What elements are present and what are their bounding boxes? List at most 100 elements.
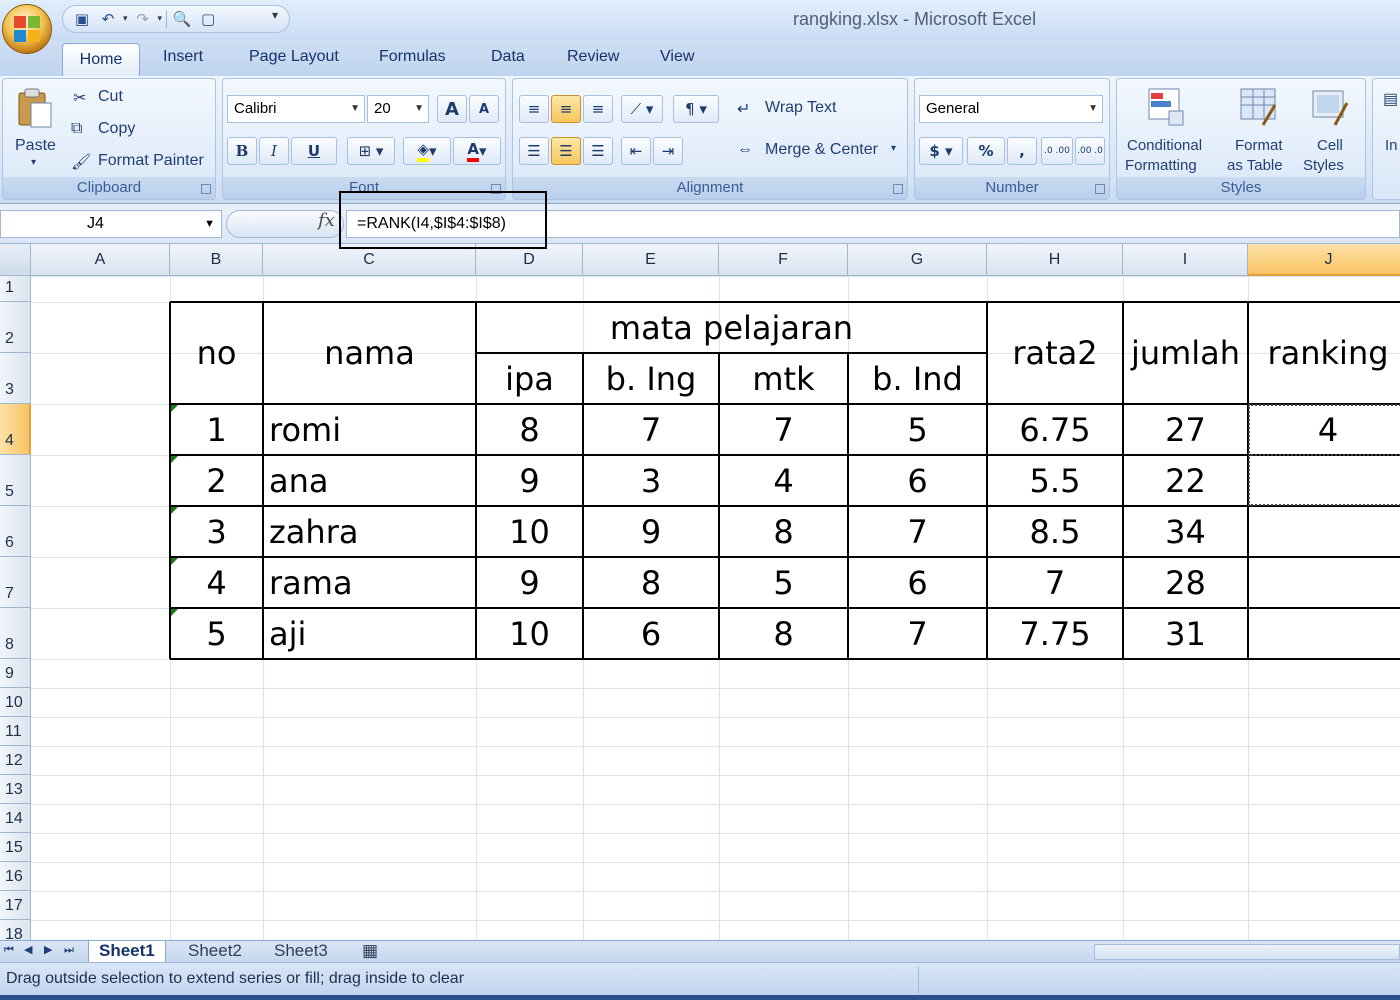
row-header-3[interactable]: 3 — [0, 353, 31, 404]
cell-rata2[interactable]: 8.5 — [987, 506, 1123, 557]
percent-button[interactable]: % — [967, 137, 1005, 165]
align-right-icon[interactable]: ☰ — [583, 137, 613, 165]
number-launcher-icon[interactable] — [1095, 184, 1105, 194]
header-no[interactable]: no — [170, 302, 263, 404]
number-format-combo[interactable]: General ▼ — [919, 95, 1103, 123]
column-header-e[interactable]: E — [583, 244, 719, 276]
format-as-table-label-1[interactable]: Format — [1235, 137, 1283, 154]
name-box[interactable]: J4 ▼ — [0, 210, 222, 238]
chevron-down-icon[interactable]: ▼ — [204, 211, 215, 237]
tab-review[interactable]: Review — [567, 48, 619, 66]
row-header-12[interactable]: 12 — [0, 746, 31, 775]
cell-b-ind[interactable]: 7 — [848, 608, 987, 659]
row-header-16[interactable]: 16 — [0, 862, 31, 891]
column-header-c[interactable]: C — [263, 244, 476, 276]
row-header-8[interactable]: 8 — [0, 608, 31, 659]
cell-jumlah[interactable]: 28 — [1123, 557, 1248, 608]
format-painter-button[interactable]: Format Painter — [98, 152, 204, 170]
format-as-table-label-2[interactable]: as Table — [1227, 157, 1283, 174]
first-sheet-icon[interactable]: ⏮ — [4, 943, 14, 957]
column-header-i[interactable]: I — [1123, 244, 1248, 276]
cell-b-ind[interactable]: 5 — [848, 404, 987, 455]
cell-nama[interactable]: aji — [263, 608, 476, 659]
row-header-17[interactable]: 17 — [0, 891, 31, 920]
align-left-icon[interactable]: ☰ — [519, 137, 549, 165]
header-nama[interactable]: nama — [263, 302, 476, 404]
header-ranking[interactable]: ranking — [1248, 302, 1400, 404]
font-name-combo[interactable]: Calibri ▼ — [227, 95, 365, 123]
column-header-b[interactable]: B — [170, 244, 263, 276]
row-header-6[interactable]: 6 — [0, 506, 31, 557]
row-header-10[interactable]: 10 — [0, 688, 31, 717]
cell-nama[interactable]: zahra — [263, 506, 476, 557]
undo-dropdown-icon[interactable]: ▾ — [123, 14, 128, 24]
tab-data[interactable]: Data — [491, 48, 525, 66]
cell-mtk[interactable]: 4 — [719, 455, 848, 506]
cell-nama[interactable]: romi — [263, 404, 476, 455]
cell-ranking[interactable] — [1248, 608, 1400, 659]
paste-button[interactable]: Paste — [15, 137, 56, 155]
wrap-text-button[interactable]: Wrap Text — [765, 99, 836, 117]
cell-ipa[interactable]: 8 — [476, 404, 583, 455]
align-middle-icon[interactable]: ≡ — [551, 95, 581, 123]
column-header-h[interactable]: H — [987, 244, 1123, 276]
font-color-icon[interactable]: A ▾ — [453, 137, 501, 165]
fill-range-j5[interactable] — [1248, 454, 1400, 506]
align-center-icon[interactable]: ☰ — [551, 137, 581, 165]
row-header-7[interactable]: 7 — [0, 557, 31, 608]
tab-insert[interactable]: Insert — [163, 48, 203, 66]
conditional-formatting-label-1[interactable]: Conditional — [1127, 137, 1202, 154]
bold-button[interactable]: B — [227, 137, 257, 165]
insert-cells-icon[interactable]: ▤ — [1383, 89, 1398, 109]
cell-rata2[interactable]: 7 — [987, 557, 1123, 608]
currency-button[interactable]: $ ▾ — [919, 137, 963, 165]
next-sheet-icon[interactable]: ▶ — [44, 943, 52, 956]
column-header-f[interactable]: F — [719, 244, 848, 276]
undo-icon[interactable]: ↶ — [97, 8, 119, 30]
row-header-2[interactable]: 2 — [0, 302, 31, 353]
row-header-11[interactable]: 11 — [0, 717, 31, 746]
tab-formulas[interactable]: Formulas — [379, 48, 446, 66]
select-all-button[interactable] — [0, 244, 31, 276]
header-subject[interactable]: ipa — [476, 353, 583, 404]
cell-b-ing[interactable]: 7 — [583, 404, 719, 455]
cell-b-ing[interactable]: 8 — [583, 557, 719, 608]
cell-mtk[interactable]: 5 — [719, 557, 848, 608]
row-header-1[interactable]: 1 — [0, 276, 31, 302]
cell-mtk[interactable]: 8 — [719, 506, 848, 557]
cell-ipa[interactable]: 10 — [476, 506, 583, 557]
copy-button[interactable]: Copy — [98, 120, 135, 138]
cell-ranking[interactable] — [1248, 557, 1400, 608]
merge-center-button[interactable]: Merge & Center — [765, 141, 878, 159]
italic-button[interactable]: I — [259, 137, 289, 165]
format-as-table-icon[interactable] — [1239, 85, 1279, 129]
cell-ranking[interactable] — [1248, 506, 1400, 557]
cell-rata2[interactable]: 6.75 — [987, 404, 1123, 455]
cell-jumlah[interactable]: 22 — [1123, 455, 1248, 506]
last-sheet-icon[interactable]: ⏭ — [64, 943, 74, 957]
wrap-text-icon[interactable]: ↵ — [737, 99, 750, 119]
redo-dropdown-icon[interactable]: ▾ — [158, 14, 163, 24]
insert-cells-button[interactable]: In — [1385, 137, 1398, 154]
fill-color-icon[interactable]: ◈ ▾ — [403, 137, 451, 165]
header-jumlah[interactable]: jumlah — [1123, 302, 1248, 404]
column-header-d[interactable]: D — [476, 244, 583, 276]
tab-home[interactable]: Home — [62, 43, 140, 76]
row-header-13[interactable]: 13 — [0, 775, 31, 804]
copy-icon[interactable]: ⧉ — [71, 120, 82, 138]
cell-b-ind[interactable]: 6 — [848, 557, 987, 608]
paste-dropdown-icon[interactable]: ▾ — [31, 157, 36, 168]
customize-toolbar-icon[interactable]: ▾ — [272, 8, 278, 22]
decrease-indent-icon[interactable]: ⇤ — [621, 137, 651, 165]
header-mata-pelajaran[interactable]: mata pelajaran — [476, 302, 987, 353]
insert-function-icon[interactable]: fx — [318, 210, 335, 231]
cell-no[interactable]: 5 — [170, 608, 263, 659]
conditional-formatting-icon[interactable] — [1147, 85, 1187, 129]
text-direction-icon[interactable]: ¶ ▾ — [673, 95, 719, 123]
font-size-combo[interactable]: 20 ▼ — [367, 95, 429, 123]
cell-b-ind[interactable]: 7 — [848, 506, 987, 557]
cell-styles-label-1[interactable]: Cell — [1317, 137, 1343, 154]
align-top-icon[interactable]: ≡ — [519, 95, 549, 123]
cell-nama[interactable]: ana — [263, 455, 476, 506]
cell-ipa[interactable]: 9 — [476, 455, 583, 506]
